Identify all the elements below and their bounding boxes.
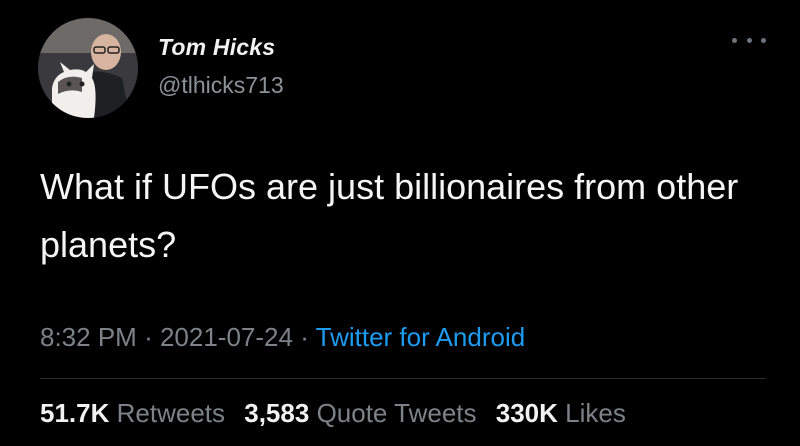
tweet-stats: 51.7K Retweets 3,583 Quote Tweets 330K L… — [40, 398, 638, 429]
tweet-metadata: 8:32 PM · 2021-07-24 · Twitter for Andro… — [40, 322, 525, 353]
more-options-icon[interactable] — [732, 30, 766, 50]
divider — [40, 378, 766, 379]
dot — [732, 37, 737, 43]
likes-label: Likes — [565, 398, 626, 428]
tweet-date[interactable]: 2021-07-24 — [160, 322, 293, 352]
quote-tweets-stat[interactable]: 3,583 Quote Tweets — [244, 398, 476, 428]
separator: · — [144, 322, 153, 352]
tweet-card: Tom Hicks @tlhicks713 What if UFOs are j… — [0, 0, 800, 446]
tweet-source-link[interactable]: Twitter for Android — [316, 322, 526, 352]
author-handle[interactable]: @tlhicks713 — [158, 72, 284, 99]
avatar-photo — [38, 18, 138, 118]
avatar[interactable] — [38, 18, 138, 118]
retweets-count: 51.7K — [40, 398, 110, 428]
retweets-stat[interactable]: 51.7K Retweets — [40, 398, 225, 428]
separator: · — [300, 322, 309, 352]
dot — [761, 37, 766, 43]
likes-count: 330K — [495, 398, 558, 428]
dot — [746, 37, 752, 43]
quote-tweets-label: Quote Tweets — [316, 398, 477, 428]
tweet-text: What if UFOs are just billionaires from … — [40, 166, 739, 265]
quote-tweets-count: 3,583 — [244, 398, 310, 428]
retweets-label: Retweets — [116, 398, 226, 428]
author-name[interactable]: Tom Hicks — [158, 34, 275, 61]
likes-stat[interactable]: 330K Likes — [496, 398, 626, 428]
tweet-time[interactable]: 8:32 PM — [40, 322, 137, 352]
